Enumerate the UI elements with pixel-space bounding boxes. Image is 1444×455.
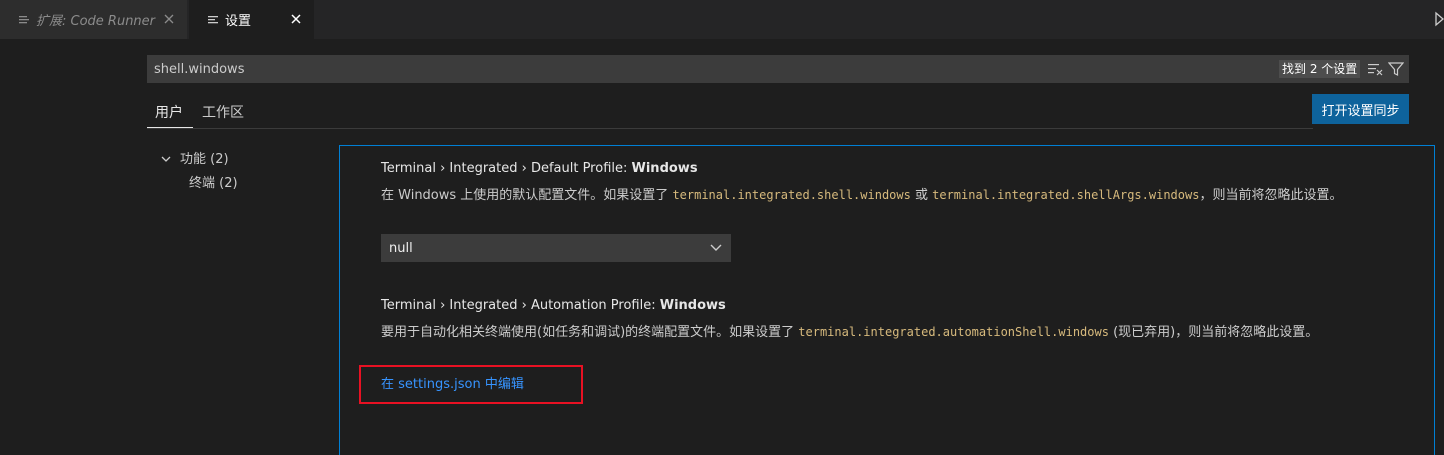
setting-description: 在 Windows 上使用的默认配置文件。如果设置了 terminal.inte… <box>381 185 1401 206</box>
annotation-highlight-box <box>359 365 583 404</box>
code-ref: terminal.integrated.automationShell.wind… <box>798 325 1109 339</box>
code-ref: terminal.integrated.shell.windows <box>672 188 911 202</box>
settings-list: Terminal › Integrated › Default Profile:… <box>339 145 1435 455</box>
toc-item-features[interactable]: 功能 (2) <box>160 148 229 169</box>
desc-text: 或 <box>910 188 933 203</box>
run-code-icon[interactable] <box>1435 11 1444 31</box>
setting-name: Windows <box>659 298 726 313</box>
search-value: shell.windows <box>154 61 245 77</box>
tab-code-runner-extension[interactable]: 扩展: Code Runner <box>0 0 188 39</box>
desc-text: ，则当前将忽略此设置。 <box>1199 188 1343 203</box>
chevron-down-icon <box>160 153 176 169</box>
open-settings-sync-button[interactable]: 打开设置同步 <box>1312 94 1409 124</box>
settings-search-input[interactable]: shell.windows 找到 2 个设置 <box>147 55 1409 83</box>
active-tab-underline <box>147 127 193 128</box>
setting-category: Terminal › Integrated › Automation Profi… <box>381 298 660 313</box>
tab-workspace[interactable]: 工作区 <box>202 102 244 122</box>
tab-settings[interactable]: 设置 <box>189 0 314 39</box>
setting-name: Windows <box>631 161 698 176</box>
settings-file-icon <box>207 14 219 26</box>
code-ref: terminal.integrated.shellArgs.windows <box>932 188 1200 202</box>
toc-label: 功能 (2) <box>180 152 229 167</box>
chevron-down-icon <box>709 240 723 258</box>
preview-icon <box>18 14 30 26</box>
settings-scope-tabs: 用户 工作区 <box>147 99 1313 129</box>
filter-icon[interactable] <box>1387 61 1405 81</box>
clear-filter-icon[interactable] <box>1367 61 1383 81</box>
setting-description: 要用于自动化相关终端使用(如任务和调试)的终端配置文件。如果设置了 termin… <box>381 322 1401 343</box>
desc-text: 在 Windows 上使用的默认配置文件。如果设置了 <box>381 188 673 203</box>
close-icon[interactable] <box>288 11 304 27</box>
tab-label: 设置 <box>225 14 252 29</box>
select-value: null <box>389 240 413 256</box>
tab-user[interactable]: 用户 <box>155 102 183 122</box>
toc-item-terminal[interactable]: 终端 (2) <box>189 172 238 191</box>
desc-text: (现已弃用)，则当前将忽略此设置。 <box>1108 325 1319 340</box>
setting-category: Terminal › Integrated › Default Profile: <box>381 161 632 176</box>
editor-tab-bar: 扩展: Code Runner 设置 <box>0 0 1444 39</box>
setting-title-default-profile: Terminal › Integrated › Default Profile:… <box>381 161 698 176</box>
close-icon[interactable] <box>161 11 177 27</box>
tab-label: 扩展: Code Runner <box>36 14 156 29</box>
default-profile-select[interactable]: null <box>381 234 731 262</box>
desc-text: 要用于自动化相关终端使用(如任务和调试)的终端配置文件。如果设置了 <box>381 325 799 340</box>
setting-title-automation-profile: Terminal › Integrated › Automation Profi… <box>381 298 726 313</box>
search-result-count: 找到 2 个设置 <box>1279 60 1361 78</box>
